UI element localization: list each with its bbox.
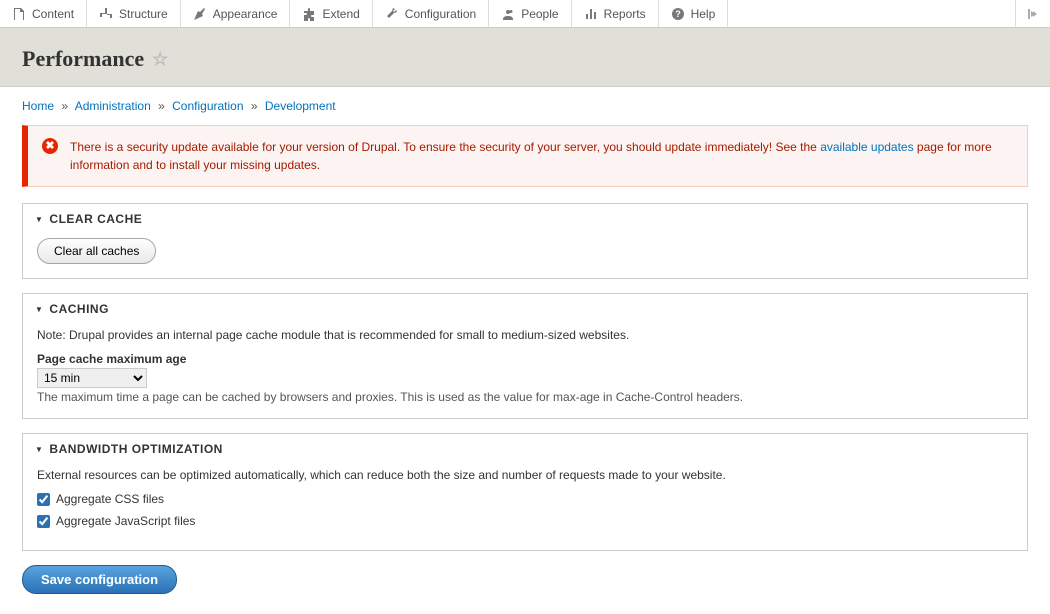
toolbar-label: Structure [119,7,168,21]
breadcrumb-sep: » [61,99,68,113]
svg-text:?: ? [675,9,681,19]
breadcrumb-home[interactable]: Home [22,99,54,113]
aggregate-css-label: Aggregate CSS files [56,492,164,506]
aggregate-js-label: Aggregate JavaScript files [56,514,195,528]
breadcrumb-admin[interactable]: Administration [75,99,151,113]
security-alert: ✖ There is a security update available f… [22,125,1028,187]
reports-icon [584,7,598,21]
toolbar-label: Appearance [213,7,278,21]
appearance-icon [193,7,207,21]
legend-bandwidth[interactable]: BANDWIDTH OPTIMIZATION [23,434,1027,464]
breadcrumb-dev[interactable]: Development [265,99,336,113]
breadcrumb-sep: » [251,99,258,113]
available-updates-link[interactable]: available updates [820,140,913,154]
extend-icon [302,7,316,21]
toolbar-label: Reports [604,7,646,21]
fieldset-clear-cache: CLEAR CACHE Clear all caches [22,203,1028,279]
aggregate-js-checkbox[interactable] [37,515,50,528]
people-icon [501,7,515,21]
toolbar-reports[interactable]: Reports [572,0,659,27]
fieldset-caching: CACHING Note: Drupal provides an interna… [22,293,1028,419]
toolbar-label: Extend [322,7,359,21]
save-configuration-button[interactable]: Save configuration [22,565,177,594]
shortcut-star-icon[interactable]: ☆ [152,49,168,70]
page-title-text: Performance [22,46,144,72]
toolbar-orientation-toggle[interactable] [1015,0,1050,27]
toolbar-people[interactable]: People [489,0,571,27]
caching-note: Note: Drupal provides an internal page c… [37,328,1013,342]
toolbar-label: Content [32,7,74,21]
toolbar-label: People [521,7,558,21]
alert-text: There is a security update available for… [70,138,1013,174]
aggregate-css-checkbox[interactable] [37,493,50,506]
structure-icon [99,7,113,21]
error-icon: ✖ [42,138,58,154]
help-icon: ? [671,7,685,21]
page-header: Performance ☆ [0,28,1050,87]
toolbar-content[interactable]: Content [0,0,87,27]
page-title: Performance ☆ [22,46,1028,72]
toolbar-appearance[interactable]: Appearance [181,0,291,27]
clear-all-caches-button[interactable]: Clear all caches [37,238,156,264]
breadcrumb: Home » Administration » Configuration » … [0,87,1050,125]
breadcrumb-config[interactable]: Configuration [172,99,243,113]
toolbar-extend[interactable]: Extend [290,0,372,27]
configuration-icon [385,7,399,21]
legend-clear-cache[interactable]: CLEAR CACHE [23,204,1027,234]
toolbar-label: Configuration [405,7,476,21]
alert-prefix: There is a security update available for… [70,140,820,154]
orientation-icon [1026,7,1040,21]
toolbar-spacer [728,0,1015,27]
aggregate-css-row[interactable]: Aggregate CSS files [37,492,1013,506]
fieldset-bandwidth: BANDWIDTH OPTIMIZATION External resource… [22,433,1028,551]
aggregate-js-row[interactable]: Aggregate JavaScript files [37,514,1013,528]
content-icon [12,7,26,21]
toolbar-structure[interactable]: Structure [87,0,181,27]
page-cache-max-age-select[interactable]: 15 min [37,368,147,388]
page-cache-max-age-label: Page cache maximum age [37,352,1013,366]
toolbar-help[interactable]: ? Help [659,0,729,27]
toolbar-configuration[interactable]: Configuration [373,0,489,27]
admin-toolbar: Content Structure Appearance Extend Conf… [0,0,1050,28]
bandwidth-note: External resources can be optimized auto… [37,468,1013,482]
toolbar-label: Help [691,7,716,21]
legend-caching[interactable]: CACHING [23,294,1027,324]
page-cache-max-age-description: The maximum time a page can be cached by… [37,390,1013,404]
breadcrumb-sep: » [158,99,165,113]
